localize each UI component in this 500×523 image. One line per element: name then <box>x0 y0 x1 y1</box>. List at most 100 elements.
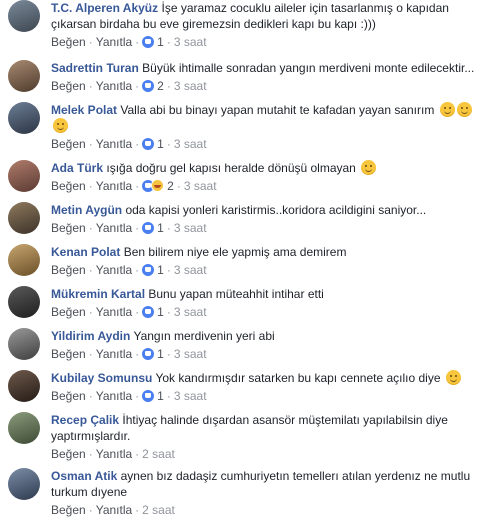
commenter-name[interactable]: Yildirim Aydin <box>51 329 130 343</box>
commenter-name[interactable]: Ada Türk <box>51 161 103 175</box>
like-button[interactable]: Beğen <box>51 263 86 277</box>
commenter-name[interactable]: Sadrettin Turan <box>51 61 139 75</box>
comment-actions: Beğen · Yanıtla · 2 · 3 saat <box>51 179 217 193</box>
comment-body: oda kapisi yonleri karistirmis..koridora… <box>125 203 427 217</box>
comment-body: Büyük ihtimalle sonradan yangın merdiven… <box>142 61 475 75</box>
comment-time[interactable]: 3 saat <box>174 263 207 277</box>
like-reaction-icon[interactable] <box>142 138 155 150</box>
comment-body: Ben bilirem niye ele yapmiş ama demirem <box>123 245 347 259</box>
comment-text: Kubilay Somunsu Yok kandırmışdır satarke… <box>51 370 491 386</box>
like-reaction-icon[interactable] <box>142 36 155 48</box>
comment-actions: Beğen · Yanıtla · 1 · 3 saat <box>51 35 207 49</box>
comment-text: Metin Aygün oda kapisi yonleri karistirm… <box>51 202 491 218</box>
comment-time[interactable]: 3 saat <box>174 221 207 235</box>
comment-time[interactable]: 3 saat <box>174 347 207 361</box>
avatar[interactable] <box>8 468 40 500</box>
like-reaction-icon[interactable] <box>142 348 155 360</box>
reply-button[interactable]: Yanıtla <box>96 305 132 319</box>
reply-button[interactable]: Yanıtla <box>96 263 132 277</box>
like-button[interactable]: Beğen <box>51 447 86 461</box>
like-reaction-icon[interactable] <box>142 264 155 276</box>
comment-time[interactable]: 3 saat <box>174 79 207 93</box>
comment-text: Yildirim Aydin Yangın merdivenin yeri ab… <box>51 328 491 344</box>
reaction-count[interactable]: 2 <box>167 179 174 193</box>
like-reaction-icon[interactable] <box>142 222 155 234</box>
avatar[interactable] <box>8 328 40 360</box>
comment-actions: Beğen · Yanıtla · 1 · 3 saat <box>51 137 207 151</box>
reaction-count[interactable]: 1 <box>157 137 164 151</box>
like-button[interactable]: Beğen <box>51 179 86 193</box>
avatar[interactable] <box>8 286 40 318</box>
reply-button[interactable]: Yanıtla <box>96 221 132 235</box>
comment-text: Osman Atik aynen bız dadaşiz cumhuriyetı… <box>51 468 491 500</box>
comment-text: Sadrettin Turan Büyük ihtimalle sonradan… <box>51 60 491 76</box>
avatar[interactable] <box>8 202 40 234</box>
avatar[interactable] <box>8 60 40 92</box>
comment-text: Mükremin Kartal Bunu yapan müteahhit int… <box>51 286 491 302</box>
comment-text: T.C. Alperen Akyüz İşe yaramaz cocuklu a… <box>51 0 491 32</box>
avatar[interactable] <box>8 370 40 402</box>
reply-button[interactable]: Yanıtla <box>96 79 132 93</box>
commenter-name[interactable]: Kubilay Somunsu <box>51 371 152 385</box>
reply-button[interactable]: Yanıtla <box>96 389 132 403</box>
like-button[interactable]: Beğen <box>51 79 86 93</box>
comment-time[interactable]: 3 saat <box>174 137 207 151</box>
reply-button[interactable]: Yanıtla <box>96 503 132 517</box>
commenter-name[interactable]: Recep Çalik <box>51 413 119 427</box>
reaction-count[interactable]: 1 <box>157 389 164 403</box>
like-reaction-icon[interactable] <box>142 306 155 318</box>
comment-actions: Beğen · Yanıtla · 2 saat <box>51 447 175 461</box>
reaction-count[interactable]: 1 <box>157 263 164 277</box>
reply-button[interactable]: Yanıtla <box>96 137 132 151</box>
commenter-name[interactable]: Metin Aygün <box>51 203 122 217</box>
smile-emoji-icon <box>445 370 461 385</box>
commenter-name[interactable]: Kenan Polat <box>51 245 120 259</box>
avatar[interactable] <box>8 0 40 32</box>
reaction-count[interactable]: 1 <box>157 305 164 319</box>
smile-emoji-icon <box>53 118 68 133</box>
comment-time[interactable]: 3 saat <box>174 305 207 319</box>
haha-reaction-icon[interactable] <box>151 179 165 192</box>
comment-time[interactable]: 2 saat <box>142 503 175 517</box>
like-button[interactable]: Beğen <box>51 347 86 361</box>
comment-text: Recep Çalik İhtiyaç halinde dışardan asa… <box>51 412 491 444</box>
comment-time[interactable]: 2 saat <box>142 447 175 461</box>
like-button[interactable]: Beğen <box>51 305 86 319</box>
like-button[interactable]: Beğen <box>51 503 86 517</box>
reaction-count[interactable]: 1 <box>157 35 164 49</box>
like-button[interactable]: Beğen <box>51 221 86 235</box>
comment-body: Bunu yapan müteahhit intihar etti <box>148 287 324 301</box>
commenter-name[interactable]: Osman Atik <box>51 469 117 483</box>
comment-text: Melek Polat Valla abi bu binayı yapan mu… <box>51 102 491 134</box>
reaction-count[interactable]: 2 <box>157 79 164 93</box>
avatar[interactable] <box>8 160 40 192</box>
avatar[interactable] <box>8 244 40 276</box>
comment-actions: Beğen · Yanıtla · 1 · 3 saat <box>51 389 207 403</box>
reply-button[interactable]: Yanıtla <box>96 347 132 361</box>
comment-body: Yok kandırmışdır satarken bu kapı cennet… <box>155 371 441 385</box>
avatar[interactable] <box>8 102 40 134</box>
comment-time[interactable]: 3 saat <box>184 179 217 193</box>
comment-actions: Beğen · Yanıtla · 2 saat <box>51 503 175 517</box>
like-reaction-icon[interactable] <box>142 390 155 402</box>
reply-button[interactable]: Yanıtla <box>96 179 132 193</box>
reaction-count[interactable]: 1 <box>157 221 164 235</box>
like-reaction-icon[interactable] <box>142 80 155 92</box>
commenter-name[interactable]: Melek Polat <box>51 103 117 117</box>
smile-emoji-icon <box>361 160 377 175</box>
comment-time[interactable]: 3 saat <box>174 35 207 49</box>
like-button[interactable]: Beğen <box>51 389 86 403</box>
commenter-name[interactable]: T.C. Alperen Akyüz <box>51 1 158 15</box>
commenter-name[interactable]: Mükremin Kartal <box>51 287 145 301</box>
comment-time[interactable]: 3 saat <box>174 389 207 403</box>
comment-actions: Beğen · Yanıtla · 1 · 3 saat <box>51 305 207 319</box>
comment-body: Valla abi bu binayı yapan mutahit te kaf… <box>120 103 435 117</box>
reply-button[interactable]: Yanıtla <box>96 35 132 49</box>
avatar[interactable] <box>8 412 40 444</box>
reaction-count[interactable]: 1 <box>157 347 164 361</box>
like-button[interactable]: Beğen <box>51 35 86 49</box>
reply-button[interactable]: Yanıtla <box>96 447 132 461</box>
comment-actions: Beğen · Yanıtla · 1 · 3 saat <box>51 221 207 235</box>
comment-text: Kenan Polat Ben bilirem niye ele yapmiş … <box>51 244 491 260</box>
like-button[interactable]: Beğen <box>51 137 86 151</box>
